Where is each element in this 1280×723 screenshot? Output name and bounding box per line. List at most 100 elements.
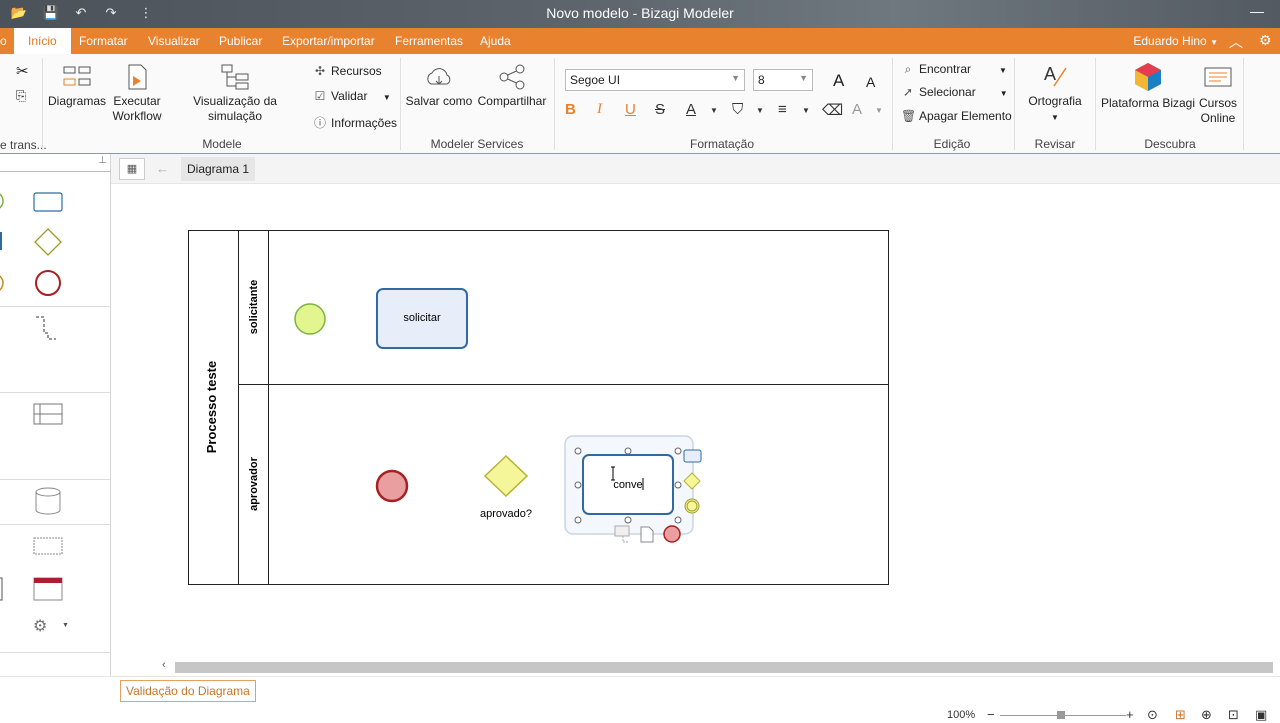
minimize-icon[interactable]: —	[1250, 3, 1264, 19]
shrink-font-icon[interactable]: A	[866, 74, 875, 90]
quick-add-task-icon[interactable]	[683, 449, 702, 463]
quick-add-end-event-icon[interactable]	[663, 525, 681, 543]
resize-handle[interactable]	[674, 516, 682, 524]
pool[interactable]	[188, 230, 889, 585]
align-icon[interactable]: ≡	[778, 101, 787, 118]
palette-shapes	[0, 192, 111, 601]
palette-end-event-icon[interactable]	[35, 270, 61, 296]
tab-arquivo[interactable]: o	[0, 34, 7, 48]
chevron-down-icon[interactable]: ▼	[62, 622, 69, 629]
full-screen-icon[interactable]: ▣	[1255, 707, 1267, 723]
more-shapes-gear-icon[interactable]: ⚙	[33, 616, 47, 636]
resize-handle[interactable]	[624, 516, 632, 524]
font-color-icon[interactable]: A	[686, 101, 696, 118]
settings-gear-icon[interactable]: ⚙	[1259, 32, 1272, 49]
scroll-left-icon[interactable]: ‹	[162, 659, 166, 671]
lane-label-solicitante[interactable]: solicitante	[248, 280, 260, 334]
validacao-diagrama-tab[interactable]: Validação do Diagrama	[120, 680, 256, 702]
fit-page-icon[interactable]: ⊙	[1147, 707, 1158, 723]
palette-gateway-icon[interactable]	[34, 228, 62, 256]
executar-workflow-button[interactable]: Executar Workflow	[108, 64, 166, 124]
validar-button[interactable]: ☑ Validar ▼	[313, 89, 391, 103]
user-account-menu[interactable]: Eduardo Hino ▼	[1133, 34, 1218, 48]
palette-header: ⊥	[0, 155, 111, 172]
font-size-select[interactable]: 8 ▼	[753, 69, 813, 91]
palette-subprocess-icon[interactable]	[0, 232, 2, 250]
tab-visualizar[interactable]: Visualizar	[148, 34, 200, 48]
quick-add-annotation-icon[interactable]	[614, 525, 630, 537]
diagramas-button[interactable]: Diagramas	[48, 64, 106, 109]
informacoes-button[interactable]: ⓘ Informações	[313, 114, 397, 131]
clear-format-icon[interactable]: ⌫	[822, 101, 843, 119]
bold-icon[interactable]: B	[565, 101, 576, 118]
horizontal-scrollbar[interactable]: ‹	[160, 659, 1280, 674]
descubra-group-label: Descubra	[1144, 137, 1196, 151]
zoom-level: 100%	[947, 709, 976, 721]
formatacao-group-label: Formatação	[689, 137, 755, 151]
chevron-down-icon[interactable]: ▼	[802, 106, 810, 115]
cut-icon[interactable]: ✂	[16, 62, 29, 80]
visualizacao-simulacao-button[interactable]: Visualização da simulação	[168, 64, 302, 124]
quick-add-artifact-icon[interactable]	[640, 526, 654, 543]
info-icon: ⓘ	[313, 116, 326, 130]
fill-color-icon[interactable]: ⛉	[732, 101, 743, 118]
simulacao-label: Visualização da simulação	[193, 94, 277, 123]
scrollbar-thumb[interactable]	[175, 662, 1273, 673]
font-family-select[interactable]: Segoe UI ▼	[565, 69, 745, 91]
palette-intermediate-event-icon[interactable]	[0, 274, 4, 292]
compartilhar-button[interactable]: Compartilhar	[476, 64, 548, 109]
apagar-elemento-button[interactable]: 🗑 Apagar Elemento	[901, 109, 1012, 123]
modele-group-label: Modele	[202, 137, 242, 151]
palette-start-event-icon[interactable]	[0, 192, 4, 210]
chevron-down-icon[interactable]: ▼	[756, 106, 764, 115]
start-event[interactable]	[294, 303, 326, 335]
palette-datastore-icon[interactable]	[35, 487, 61, 515]
chevron-down-icon: ▼	[382, 93, 391, 102]
underline-icon[interactable]: U	[625, 101, 636, 118]
status-bar: Validação do Diagrama 100% − + ⊙ ⊞ ⊕ ⊡ ▣	[0, 676, 1280, 723]
back-arrow-icon[interactable]: ←	[156, 161, 169, 176]
resize-handle[interactable]	[574, 447, 582, 455]
tab-publicar[interactable]: Publicar	[219, 34, 262, 48]
end-event[interactable]	[375, 469, 409, 503]
palette-task-icon[interactable]	[33, 192, 63, 212]
tab-ferramentas[interactable]: Ferramentas	[395, 34, 463, 48]
fit-width-icon[interactable]: ⊞	[1175, 707, 1186, 723]
diagram-overview-icon[interactable]: ▦	[119, 158, 145, 180]
pool-label[interactable]: Processo teste	[204, 361, 219, 454]
resize-handle[interactable]	[624, 447, 632, 455]
zoom-region-icon[interactable]: ⊕	[1201, 707, 1212, 723]
tab-diagrama-1[interactable]: Diagrama 1	[181, 157, 256, 181]
resize-handle[interactable]	[574, 481, 582, 489]
strikethrough-icon[interactable]: S	[655, 101, 665, 118]
encontrar-button[interactable]: ⌕ Encontrar ▼	[901, 62, 1007, 77]
actual-size-icon[interactable]: ⊡	[1228, 707, 1239, 723]
tab-formatar[interactable]: Formatar	[79, 34, 128, 48]
copy-format-icon[interactable]: ⎘	[16, 88, 26, 104]
resize-handle[interactable]	[674, 481, 682, 489]
text-color-disabled-icon: A	[852, 101, 863, 118]
recursos-button[interactable]: ✣ Recursos	[313, 64, 382, 78]
ortografia-button[interactable]: A Ortografia ▼	[1022, 62, 1088, 125]
salvar-como-button[interactable]: Salvar como	[404, 64, 474, 109]
collapse-ribbon-icon[interactable]: ︿	[1229, 32, 1243, 52]
diagram-canvas[interactable]: Processo teste solicitante aprovador sol…	[112, 184, 1280, 660]
selecionar-button[interactable]: ➚ Selecionar ▼	[901, 85, 1008, 99]
tab-exportar-importar[interactable]: Exportar/importar	[282, 34, 375, 48]
lane-label-aprovador[interactable]: aprovador	[248, 456, 260, 511]
cursos-online-button[interactable]: Cursos Online	[1196, 64, 1240, 126]
pin-icon[interactable]: ⊥	[98, 155, 107, 166]
palette-connector-icon[interactable]	[36, 316, 56, 340]
zoom-slider-thumb[interactable]	[1057, 711, 1065, 719]
plataforma-bizagi-button[interactable]: Plataforma Bizagi	[1100, 62, 1196, 111]
grow-font-icon[interactable]: A	[833, 71, 844, 91]
tab-inicio[interactable]: Início	[14, 28, 71, 54]
title-bar: 📂 💾 ↶ ↷ ⋮ Novo modelo - Bizagi Modeler —	[0, 0, 1280, 28]
chevron-down-icon[interactable]: ▼	[710, 106, 718, 115]
tab-ajuda[interactable]: Ajuda	[480, 34, 511, 48]
palette-annotation-icon[interactable]	[33, 537, 63, 555]
italic-icon[interactable]: I	[597, 101, 602, 118]
task-edit-text[interactable]: conve	[613, 479, 642, 491]
resize-handle[interactable]	[674, 447, 682, 455]
resize-handle[interactable]	[574, 516, 582, 524]
